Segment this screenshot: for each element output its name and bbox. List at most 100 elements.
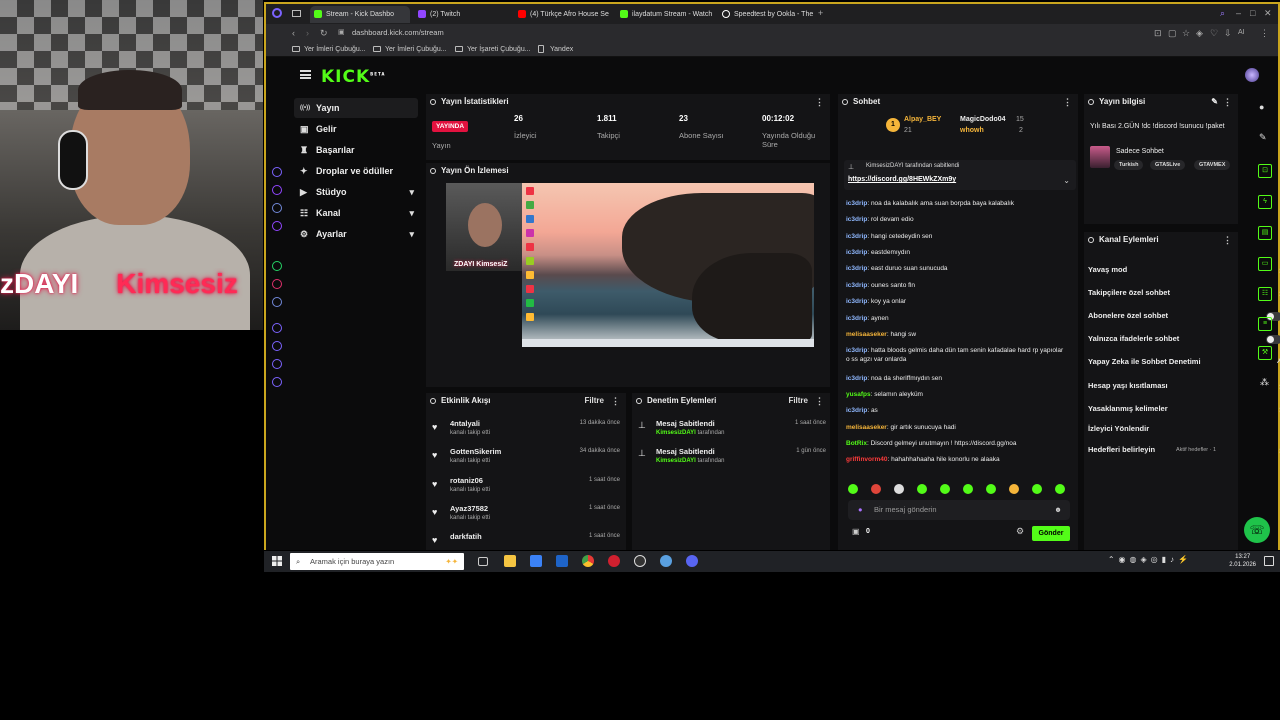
chevron-down-icon[interactable]: ⌄ <box>1063 176 1070 185</box>
filter-button[interactable]: Filtre <box>788 393 808 409</box>
nav-studyo[interactable]: ▶ Stüdyo ▾ <box>294 182 418 202</box>
bookmark-icon[interactable]: ☆ <box>1182 26 1190 40</box>
slow-mode-action[interactable]: Yavaş mod› <box>1088 263 1280 277</box>
edit-icon[interactable]: ✎ <box>1211 94 1218 110</box>
rail-icon-tools[interactable]: ⚒ <box>1258 346 1272 360</box>
emoji-icon[interactable]: ☻ <box>1054 500 1062 520</box>
leader-name[interactable]: MagicDodo04 <box>960 116 1006 123</box>
tab-ilaydatum[interactable]: ilaydatum Stream - Watch <box>616 6 716 23</box>
more-icon[interactable]: ⋮ <box>815 94 824 110</box>
twitch-sidebar-icon[interactable] <box>272 221 282 231</box>
pinned-link[interactable]: https://discord.gg/8HEWkZXm9y <box>848 176 956 183</box>
emote-icon[interactable] <box>848 484 858 494</box>
screenshot-icon[interactable]: ▢ <box>1168 26 1177 40</box>
more-icon[interactable]: ⋮ <box>611 393 620 409</box>
chat-username[interactable]: melisaaseker <box>846 424 887 431</box>
chat-username[interactable]: ic3drip <box>846 216 867 223</box>
bookmark-folder[interactable]: Yer İşareti Çubuğu... <box>455 44 531 55</box>
chat-username[interactable]: ic3drip <box>846 282 867 289</box>
tab-speedtest[interactable]: Speedtest by Ookla - The <box>718 6 818 23</box>
more-icon[interactable]: ⋮ <box>1223 94 1232 110</box>
emote-only-toggle[interactable] <box>1266 335 1280 344</box>
chat-username[interactable]: ic3drip <box>846 298 867 305</box>
chat-username[interactable]: ic3drip <box>846 233 867 240</box>
rail-icon-bolt[interactable]: ϟ <box>1258 195 1272 209</box>
hamburger-menu-icon[interactable] <box>300 70 311 79</box>
account-age-action[interactable]: Hesap yaşı kısıtlaması› <box>1088 379 1280 393</box>
rail-icon-camera[interactable]: ⊡ <box>1258 164 1272 178</box>
support-button[interactable]: ☏ <box>1244 517 1270 543</box>
extensions-sidebar-icon[interactable] <box>272 359 282 369</box>
tracker-icon[interactable]: ⊡ <box>1154 26 1162 40</box>
tag[interactable]: GTAVMEX <box>1194 160 1231 170</box>
chrome-icon[interactable] <box>582 555 594 567</box>
info-icon[interactable]: ● <box>1259 102 1264 112</box>
tab-youtube[interactable]: (4) Türkçe Afro House Se <box>514 6 614 23</box>
chat-username[interactable]: BotRix <box>846 440 867 447</box>
pinned-message[interactable]: ⊥ KimsesizDAYI tarafından sabitlendi htt… <box>844 160 1076 190</box>
notification-icon[interactable] <box>1264 556 1274 566</box>
nav-ayarlar[interactable]: ⚙ Ayarlar ▾ <box>294 224 418 244</box>
more-icon[interactable]: ⋮ <box>815 393 824 409</box>
ai-button[interactable]: AI <box>1238 26 1245 40</box>
discord-sidebar-icon[interactable] <box>272 203 282 213</box>
raid-action[interactable]: İzleyici Yönlendir <box>1088 422 1238 436</box>
heart-icon[interactable]: ♡ <box>1210 26 1218 40</box>
tab-twitch[interactable]: (2) Twitch <box>414 6 512 23</box>
emote-only-action[interactable]: Yalnızca ifadelerle sohbet <box>1088 332 1280 346</box>
tab-kick-dashboard[interactable]: Stream - Kick Dashbo <box>310 6 410 23</box>
browser-menu-icon[interactable] <box>272 8 282 18</box>
microphone-icon[interactable]: ● <box>858 500 863 520</box>
followers-only-action[interactable]: Takipçilere özel sohbet› <box>1088 286 1280 300</box>
download-icon[interactable]: ⇩ <box>1224 26 1232 40</box>
rail-icon-grid[interactable]: ☷ <box>1258 287 1272 301</box>
bookmark-folder[interactable]: Yer İmleri Çubuğu... <box>292 44 366 55</box>
rail-icon-doc[interactable]: ▤ <box>1258 226 1272 240</box>
nav-droplar[interactable]: ✦ Droplar ve ödüller <box>294 161 418 181</box>
send-button[interactable]: Gönder <box>1032 526 1070 541</box>
sidebar-toggle-icon[interactable] <box>292 10 301 17</box>
windows-start-icon[interactable] <box>272 556 282 566</box>
more-icon[interactable]: ⋮ <box>1223 232 1232 248</box>
leader-name[interactable]: whowh <box>960 127 984 134</box>
emote-icon[interactable] <box>1055 484 1065 494</box>
emote-icon[interactable] <box>917 484 927 494</box>
chat-username[interactable]: ic3drip <box>846 265 867 272</box>
nav-gelir[interactable]: ▣ Gelir <box>294 119 418 139</box>
dots-icon[interactable]: ⁂ <box>1260 377 1269 388</box>
shield-icon[interactable]: ◈ <box>1196 26 1203 40</box>
mail-icon[interactable] <box>556 555 568 567</box>
chat-username[interactable]: ic3drip <box>846 315 867 322</box>
settings-sidebar-icon[interactable] <box>272 377 282 387</box>
banned-words-action[interactable]: Yasaklanmış kelimeler› <box>1088 402 1280 416</box>
url-input[interactable]: ▣ dashboard.kick.com/stream <box>328 26 1148 40</box>
bookmark-folder[interactable]: Yer İmleri Çubuğu... <box>373 44 447 55</box>
chat-username[interactable]: ic3drip <box>846 375 867 382</box>
close-icon[interactable]: ✕ <box>1264 6 1272 20</box>
reload-icon[interactable]: ↻ <box>320 26 328 40</box>
chat-username[interactable]: melisaaseker <box>846 331 887 338</box>
instagram-sidebar-icon[interactable] <box>272 279 282 289</box>
menu-icon[interactable]: ⋮ <box>1260 26 1269 40</box>
avatar[interactable] <box>1245 68 1259 82</box>
emote-icon[interactable] <box>871 484 881 494</box>
new-tab-icon[interactable]: + <box>818 6 823 20</box>
emote-icon[interactable] <box>986 484 996 494</box>
pencil-icon[interactable]: ✎ <box>1259 132 1267 143</box>
minimize-icon[interactable]: – <box>1236 6 1241 20</box>
stream-preview-image[interactable] <box>522 183 814 347</box>
taskbar-clock[interactable]: 13:27 2.01.2026 <box>1229 553 1256 569</box>
forward-icon[interactable]: › <box>306 26 309 40</box>
category-name[interactable]: Sadece Sohbet <box>1116 148 1164 155</box>
discord-icon[interactable] <box>686 555 698 567</box>
emote-icon[interactable] <box>1032 484 1042 494</box>
twitch-sidebar-icon[interactable] <box>272 167 282 177</box>
goals-action[interactable]: Hedefleri belirleyinAktif hedefler · 1› <box>1088 443 1280 457</box>
ai-moderation-action[interactable]: Yapay Zeka ile Sohbet Denetimi ↗ <box>1088 355 1280 369</box>
subscribers-only-action[interactable]: Abonelere özel sohbet <box>1088 309 1280 323</box>
emote-icon[interactable] <box>940 484 950 494</box>
task-view-icon[interactable] <box>478 557 488 566</box>
rail-icon-chat[interactable]: ▭ <box>1258 257 1272 271</box>
chat-username[interactable]: yusafps <box>846 391 871 398</box>
points-icon[interactable]: ▣ <box>852 527 860 536</box>
